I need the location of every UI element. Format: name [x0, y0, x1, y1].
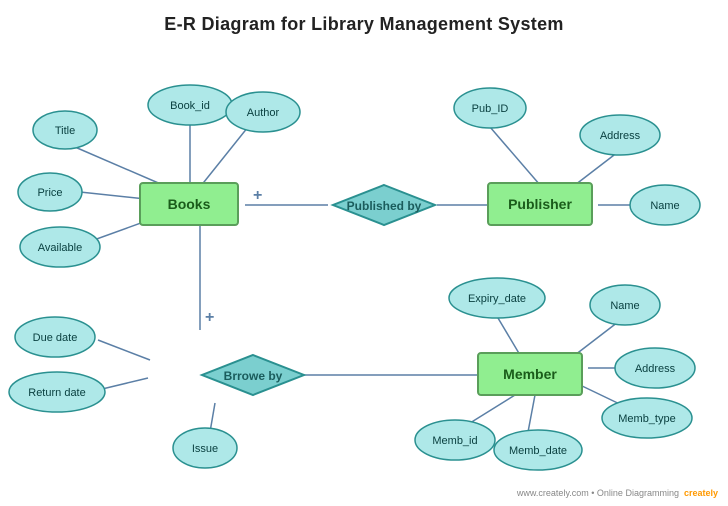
svg-text:Name: Name — [610, 300, 639, 312]
svg-text:Books: Books — [168, 196, 211, 212]
svg-text:Available: Available — [38, 242, 82, 254]
svg-text:Memb_type: Memb_type — [618, 413, 675, 425]
svg-text:Member: Member — [503, 366, 557, 382]
diagram-title: E-R Diagram for Library Management Syste… — [0, 0, 728, 35]
svg-text:Title: Title — [55, 125, 75, 137]
watermark: www.creately.com • Online Diagramming cr… — [517, 488, 718, 498]
svg-text:Pub_ID: Pub_ID — [472, 103, 509, 115]
svg-text:Author: Author — [247, 107, 280, 119]
brand-label: creately — [684, 488, 718, 498]
svg-text:+: + — [253, 187, 262, 204]
svg-text:Expiry_date: Expiry_date — [468, 293, 526, 305]
svg-text:Price: Price — [37, 187, 62, 199]
svg-text:+: + — [205, 309, 214, 326]
svg-text:Name: Name — [650, 200, 679, 212]
svg-text:Book_id: Book_id — [170, 100, 210, 112]
svg-text:Memb_date: Memb_date — [509, 445, 567, 457]
svg-text:Publisher: Publisher — [508, 196, 572, 212]
svg-text:Due date: Due date — [33, 332, 78, 344]
svg-text:Published by: Published by — [347, 199, 422, 213]
svg-text:Address: Address — [635, 363, 676, 375]
svg-text:Issue: Issue — [192, 443, 218, 455]
diagram-container: E-R Diagram for Library Management Syste… — [0, 0, 728, 506]
svg-text:Brrowe by: Brrowe by — [224, 369, 283, 383]
svg-text:Address: Address — [600, 130, 641, 142]
svg-text:Memb_id: Memb_id — [432, 435, 477, 447]
diagram-svg: + + Books Pu — [0, 0, 728, 506]
svg-text:Return date: Return date — [28, 387, 85, 399]
